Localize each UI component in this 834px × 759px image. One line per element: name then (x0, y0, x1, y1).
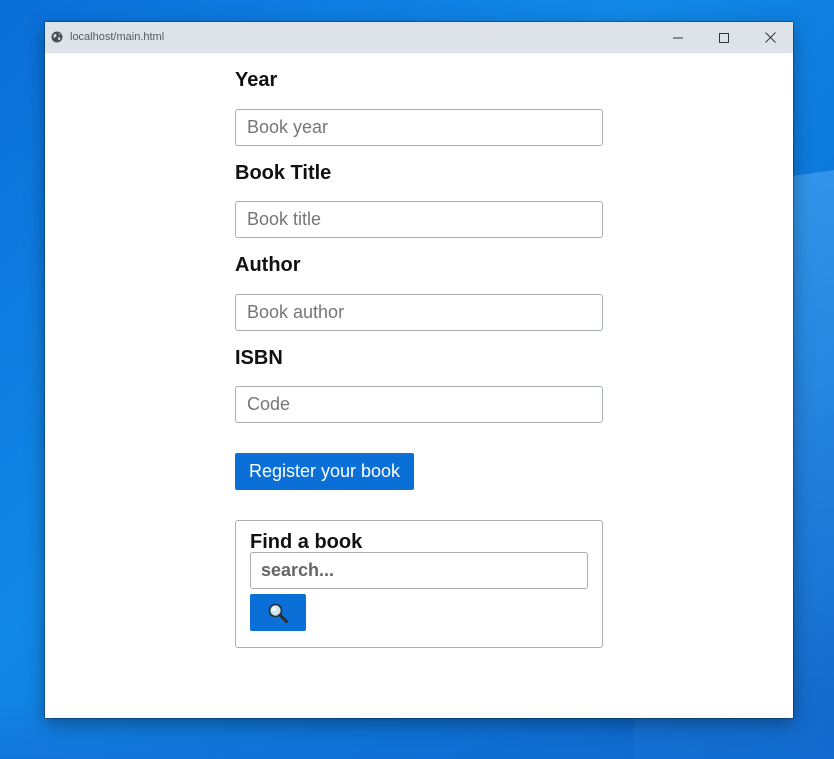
maximize-button[interactable] (701, 22, 747, 53)
isbn-label: ISBN (235, 347, 283, 369)
minimize-button[interactable] (655, 22, 701, 53)
browser-window: localhost/main.html Year Book Title Auth… (45, 22, 793, 718)
register-book-button[interactable]: Register your book (235, 453, 414, 490)
magnifier-icon (268, 603, 288, 623)
globe-icon (51, 31, 63, 43)
year-label: Year (235, 69, 278, 91)
search-button[interactable] (250, 594, 306, 631)
author-field[interactable] (235, 294, 603, 331)
isbn-field[interactable] (235, 386, 603, 423)
title-bar[interactable]: localhost/main.html (45, 22, 793, 53)
address-url: localhost/main.html (70, 31, 165, 43)
find-book-panel: Find a book (235, 520, 603, 648)
author-label: Author (235, 254, 301, 276)
find-book-title: Find a book (250, 531, 363, 553)
book-title-label: Book Title (235, 162, 332, 184)
maximize-icon (719, 32, 729, 43)
year-field[interactable] (235, 109, 603, 146)
close-button[interactable] (747, 22, 793, 53)
search-input[interactable] (250, 552, 588, 589)
minimize-icon (673, 37, 683, 38)
close-icon (764, 32, 776, 43)
book-title-field[interactable] (235, 201, 603, 238)
